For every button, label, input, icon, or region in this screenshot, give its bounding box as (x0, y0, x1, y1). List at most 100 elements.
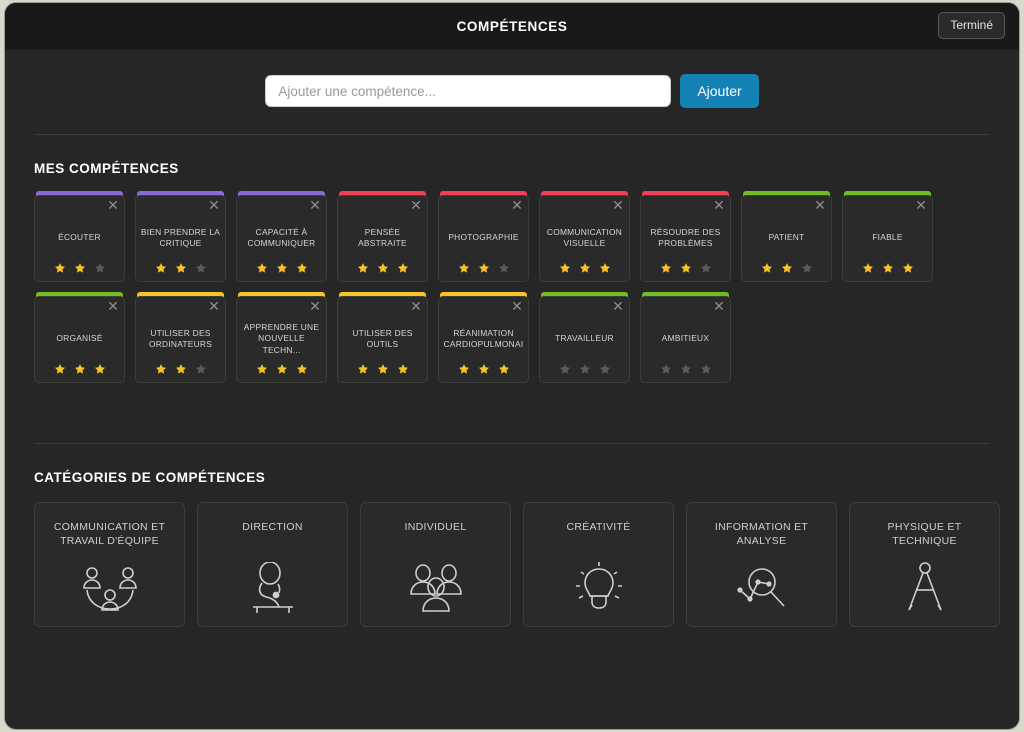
star-icon[interactable] (579, 262, 591, 274)
category-card[interactable]: INDIVIDUEL (360, 502, 511, 627)
star-icon[interactable] (74, 363, 86, 375)
close-icon[interactable]: ✕ (712, 198, 726, 212)
star-icon[interactable] (54, 363, 66, 375)
star-icon[interactable] (902, 262, 914, 274)
star-icon[interactable] (700, 262, 712, 274)
star-icon[interactable] (54, 262, 66, 274)
star-icon[interactable] (458, 262, 470, 274)
star-icon[interactable] (761, 262, 773, 274)
skill-rating[interactable] (35, 363, 124, 375)
close-icon[interactable]: ✕ (106, 299, 120, 313)
star-icon[interactable] (498, 262, 510, 274)
star-icon[interactable] (296, 262, 308, 274)
star-icon[interactable] (397, 363, 409, 375)
star-icon[interactable] (276, 262, 288, 274)
skill-rating[interactable] (136, 363, 225, 375)
close-icon[interactable]: ✕ (510, 299, 524, 313)
star-icon[interactable] (296, 363, 308, 375)
star-icon[interactable] (882, 262, 894, 274)
star-icon[interactable] (94, 262, 106, 274)
category-card[interactable]: PHYSIQUE ET TECHNIQUE (849, 502, 1000, 627)
star-icon[interactable] (660, 262, 672, 274)
close-icon[interactable]: ✕ (510, 198, 524, 212)
category-card[interactable]: DIRECTION (197, 502, 348, 627)
star-icon[interactable] (397, 262, 409, 274)
close-icon[interactable]: ✕ (712, 299, 726, 313)
star-icon[interactable] (155, 262, 167, 274)
close-icon[interactable]: ✕ (409, 198, 423, 212)
star-icon[interactable] (94, 363, 106, 375)
close-icon[interactable]: ✕ (207, 299, 221, 313)
star-icon[interactable] (175, 262, 187, 274)
star-icon[interactable] (357, 363, 369, 375)
skill-rating[interactable] (338, 262, 427, 274)
skill-card[interactable]: ✕FIABLE (842, 191, 933, 282)
skill-card[interactable]: ✕COMMUNICATION VISUELLE (539, 191, 630, 282)
close-icon[interactable]: ✕ (409, 299, 423, 313)
skill-card[interactable]: ✕RÉSOUDRE DES PROBLÈMES (640, 191, 731, 282)
skill-rating[interactable] (540, 262, 629, 274)
skill-card[interactable]: ✕AMBITIEUX (640, 292, 731, 383)
skill-card[interactable]: ✕RÉANIMATION CARDIOPULMONAI (438, 292, 529, 383)
skill-card[interactable]: ✕BIEN PRENDRE LA CRITIQUE (135, 191, 226, 282)
skill-rating[interactable] (641, 363, 730, 375)
skill-rating[interactable] (136, 262, 225, 274)
skill-card[interactable]: ✕CAPACITÉ À COMMUNIQUER (236, 191, 327, 282)
skill-rating[interactable] (439, 262, 528, 274)
category-card[interactable]: INFORMATION ET ANALYSE (686, 502, 837, 627)
star-icon[interactable] (377, 363, 389, 375)
star-icon[interactable] (377, 262, 389, 274)
skill-rating[interactable] (439, 363, 528, 375)
star-icon[interactable] (478, 262, 490, 274)
star-icon[interactable] (781, 262, 793, 274)
skill-card[interactable]: ✕ÉCOUTER (34, 191, 125, 282)
star-icon[interactable] (680, 363, 692, 375)
star-icon[interactable] (498, 363, 510, 375)
category-card[interactable]: COMMUNICATION ET TRAVAIL D'ÉQUIPE (34, 502, 185, 627)
star-icon[interactable] (700, 363, 712, 375)
done-button[interactable]: Terminé (938, 12, 1005, 39)
star-icon[interactable] (256, 262, 268, 274)
star-icon[interactable] (256, 363, 268, 375)
skill-rating[interactable] (742, 262, 831, 274)
close-icon[interactable]: ✕ (813, 198, 827, 212)
star-icon[interactable] (155, 363, 167, 375)
star-icon[interactable] (458, 363, 470, 375)
close-icon[interactable]: ✕ (106, 198, 120, 212)
skill-input[interactable] (265, 75, 671, 107)
close-icon[interactable]: ✕ (611, 198, 625, 212)
skill-card[interactable]: ✕APPRENDRE UNE NOUVELLE TECHN... (236, 292, 327, 383)
skill-rating[interactable] (641, 262, 730, 274)
close-icon[interactable]: ✕ (914, 198, 928, 212)
category-card[interactable]: CRÉATIVITÉ (523, 502, 674, 627)
skill-rating[interactable] (540, 363, 629, 375)
star-icon[interactable] (175, 363, 187, 375)
close-icon[interactable]: ✕ (308, 299, 322, 313)
star-icon[interactable] (478, 363, 490, 375)
skill-rating[interactable] (843, 262, 932, 274)
star-icon[interactable] (74, 262, 86, 274)
star-icon[interactable] (862, 262, 874, 274)
star-icon[interactable] (559, 262, 571, 274)
skill-rating[interactable] (237, 363, 326, 375)
star-icon[interactable] (599, 262, 611, 274)
star-icon[interactable] (801, 262, 813, 274)
skill-rating[interactable] (35, 262, 124, 274)
skill-card[interactable]: ✕PATIENT (741, 191, 832, 282)
add-skill-button[interactable]: Ajouter (680, 74, 758, 108)
star-icon[interactable] (599, 363, 611, 375)
star-icon[interactable] (195, 262, 207, 274)
star-icon[interactable] (195, 363, 207, 375)
skill-rating[interactable] (237, 262, 326, 274)
star-icon[interactable] (579, 363, 591, 375)
skill-card[interactable]: ✕ORGANISÉ (34, 292, 125, 383)
close-icon[interactable]: ✕ (611, 299, 625, 313)
skill-card[interactable]: ✕TRAVAILLEUR (539, 292, 630, 383)
star-icon[interactable] (559, 363, 571, 375)
star-icon[interactable] (357, 262, 369, 274)
star-icon[interactable] (276, 363, 288, 375)
close-icon[interactable]: ✕ (207, 198, 221, 212)
skill-card[interactable]: ✕UTILISER DES OUTILS (337, 292, 428, 383)
star-icon[interactable] (680, 262, 692, 274)
skill-card[interactable]: ✕UTILISER DES ORDINATEURS (135, 292, 226, 383)
